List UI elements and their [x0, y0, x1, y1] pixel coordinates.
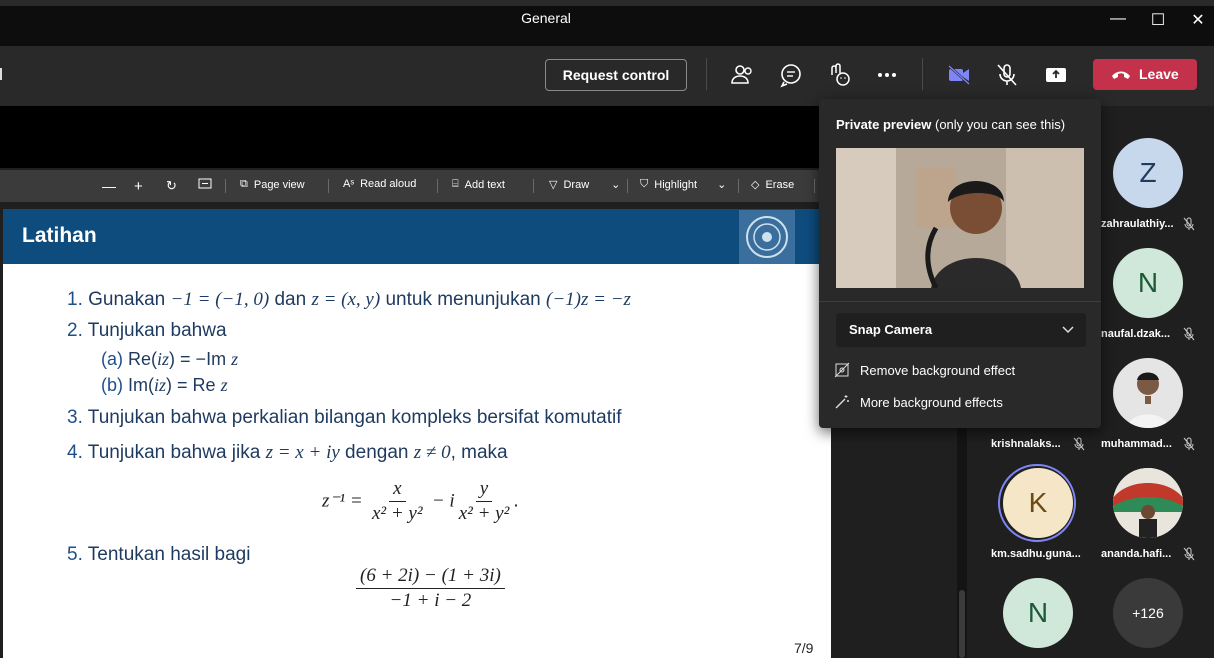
remove-background-icon — [834, 362, 850, 378]
participant-name: krishnalaks... — [991, 438, 1061, 450]
eraser-icon: ◇ — [751, 179, 760, 191]
highlight-button[interactable]: ⛉ Highlight ⌄ — [640, 178, 726, 191]
toolbar-divider — [706, 58, 707, 90]
close-icon[interactable]: ✕ — [1183, 10, 1213, 30]
mic-off-icon[interactable] — [994, 62, 1020, 88]
participant-photo[interactable] — [1113, 358, 1183, 428]
exercise-5: 5. Tentukan hasil bagi — [67, 544, 251, 565]
scrollbar-thumb[interactable] — [959, 590, 965, 658]
equation-inverse: z⁻¹ = x x² + y² − i y x² + y². — [322, 478, 519, 524]
draw-icon: ▽ — [549, 179, 558, 191]
people-icon[interactable] — [730, 62, 756, 88]
more-background-label: More background effects — [860, 394, 1003, 410]
reactions-icon[interactable] — [826, 62, 852, 88]
participant-avatar[interactable]: K — [1003, 468, 1073, 538]
erase-label: Erase — [765, 178, 795, 191]
leave-button[interactable]: Leave — [1093, 59, 1197, 90]
page-number: 7/9 — [794, 640, 814, 656]
minimize-icon[interactable]: — — [1103, 10, 1133, 28]
toolbar-edge-marker — [0, 68, 2, 80]
magic-wand-icon — [835, 395, 849, 409]
mic-off-icon — [1073, 437, 1085, 451]
participant-name: zahraulathiy... — [1101, 218, 1174, 230]
draw-button[interactable]: ▽ Draw ⌄ — [549, 178, 621, 192]
pdf-toolbar-divider — [738, 179, 739, 193]
exercise-3: 3. Tunjukan bahwa perkalian bilangan kom… — [67, 407, 622, 428]
camera-icon[interactable] — [946, 62, 972, 88]
more-participants-button[interactable]: +126 — [1113, 578, 1183, 648]
exercise-1: 1. Gunakan −1 = (−1, 0) dan z = (x, y) u… — [67, 289, 631, 310]
window-title: General — [521, 10, 571, 26]
chevron-down-icon: ⌄ — [717, 179, 727, 191]
participant-name: ananda.hafi... — [1101, 548, 1172, 560]
add-text-label: Add text — [464, 178, 505, 191]
read-aloud-button[interactable]: A͏ˢ Read aloud — [343, 178, 416, 190]
highlight-icon: ⛉ — [640, 178, 649, 190]
page-view-button[interactable]: ⧉ Page view — [240, 178, 305, 191]
mic-off-icon — [1183, 327, 1195, 341]
chat-icon[interactable] — [778, 62, 804, 88]
page-view-label: Page view — [253, 178, 305, 191]
draw-label: Draw — [563, 178, 590, 191]
mic-off-icon — [1183, 437, 1195, 451]
erase-button[interactable]: ◇ Erase — [751, 178, 795, 192]
leave-label: Leave — [1139, 66, 1179, 82]
chevron-down-icon: ⌄ — [611, 179, 621, 191]
participant-avatar[interactable]: N — [1113, 248, 1183, 318]
rotate-icon[interactable]: ↻ — [166, 178, 177, 194]
participant-avatar[interactable]: Z — [1113, 138, 1183, 208]
pdf-toolbar-divider — [533, 179, 534, 193]
zoom-out-icon[interactable]: — — [102, 178, 116, 194]
chevron-down-icon — [1062, 326, 1074, 334]
pdf-toolbar-divider — [814, 179, 815, 193]
pdf-toolbar-divider — [437, 179, 438, 193]
zoom-in-icon[interactable]: + — [134, 178, 143, 195]
popup-divider — [819, 301, 1101, 302]
remove-background-option[interactable]: Remove background effect — [834, 362, 1015, 378]
pdf-toolbar-divider — [328, 179, 329, 193]
pdf-toolbar: — + ↻ ⧉ Page view A͏ˢ Read aloud ⌸ Add text… — [0, 170, 830, 202]
add-text-button[interactable]: ⌸ Add text — [452, 178, 505, 191]
participant-photo[interactable] — [1113, 468, 1183, 538]
read-aloud-icon: A͏ˢ — [343, 178, 355, 190]
pdf-toolbar-divider — [627, 179, 628, 193]
request-control-button[interactable]: Request control — [545, 59, 687, 91]
exercise-4: 4. Tunjukan bahwa jika z = x + iy dengan… — [67, 442, 508, 463]
preview-title: Private preview (only you can see this) — [836, 117, 1066, 132]
camera-preview — [836, 148, 1084, 290]
add-text-icon: ⌸ — [452, 178, 459, 190]
shared-screen-top-band — [0, 106, 830, 168]
university-logo — [739, 210, 795, 264]
page-view-icon: ⧉ — [240, 178, 248, 190]
equation-quotient: (6 + 2i) − (1 + 3i) −1 + i − 2 — [356, 565, 505, 612]
participant-name: naufal.dzak... — [1101, 328, 1171, 340]
mic-off-icon — [1183, 547, 1195, 561]
highlight-label: Highlight — [654, 178, 698, 191]
remove-background-label: Remove background effect — [860, 362, 1016, 378]
camera-select[interactable]: Snap Camera — [836, 313, 1086, 347]
share-icon[interactable] — [1043, 62, 1069, 88]
more-background-option[interactable]: More background effects — [834, 394, 1003, 410]
camera-select-value: Snap Camera — [849, 322, 933, 337]
participant-avatar[interactable]: N — [1003, 578, 1073, 648]
more-icon[interactable] — [874, 62, 900, 88]
exercise-2a: (a) Re(iz) = −Im z — [101, 349, 239, 369]
participant-name: km.sadhu.guna... — [991, 548, 1081, 560]
read-aloud-label: Read aloud — [360, 178, 417, 190]
slide-title: Latihan — [22, 224, 97, 247]
exercise-2: 2. Tunjukan bahwa — [67, 320, 227, 341]
slide-header — [3, 209, 831, 264]
participant-name: muhammad... — [1101, 438, 1172, 450]
pdf-toolbar-divider — [225, 179, 226, 193]
mic-off-icon — [1183, 217, 1195, 231]
phone-hangup-icon — [1112, 71, 1130, 79]
exercise-2b: (b) Im(iz) = Re z — [101, 375, 228, 395]
fit-page-icon[interactable] — [198, 178, 212, 189]
maximize-icon[interactable]: ☐ — [1143, 10, 1173, 30]
toolbar-divider — [922, 58, 923, 90]
